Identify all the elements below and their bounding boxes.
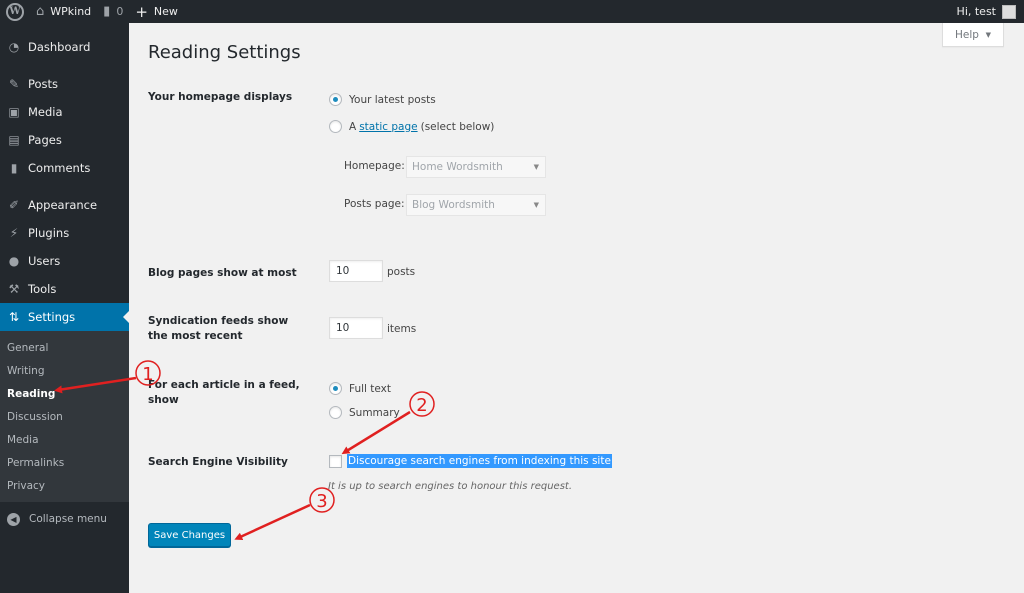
admin-sidebar: ◔ Dashboard ✎ Posts ▣ Media ▤ Pages ▮ Comment… — [0, 23, 129, 593]
blog-pages-label: Blog pages show at most — [148, 267, 297, 279]
brush-icon: ✐ — [8, 198, 20, 212]
search-visibility-label: Search Engine Visibility — [148, 456, 288, 468]
new-content-link[interactable]: + New — [129, 0, 184, 23]
radio-label: Your latest posts — [349, 93, 436, 106]
sidebar-item-label: Plugins — [28, 226, 70, 240]
comments-count: 0 — [116, 5, 124, 18]
submenu-writing[interactable]: Writing — [0, 359, 129, 382]
user-icon: ● — [8, 254, 20, 268]
dropdown-caret-icon: ▼ — [533, 163, 539, 171]
sidebar-item-plugins[interactable]: ⚡ Plugins — [0, 219, 129, 247]
radio-latest-posts[interactable] — [329, 93, 342, 106]
settings-submenu: General Writing Reading Discussion Media… — [0, 331, 129, 502]
submenu-discussion[interactable]: Discussion — [0, 405, 129, 428]
wp-logo-menu[interactable]: W — [0, 0, 30, 23]
sidebar-item-label: Users — [28, 254, 61, 268]
site-name-link[interactable]: ⌂ WPkind — [30, 0, 97, 23]
radio-label-suffix: (select below) — [420, 120, 495, 133]
save-changes-button[interactable]: Save Changes — [148, 523, 231, 547]
greeting: Hi, test — [956, 5, 996, 18]
sidebar-item-label: Media — [28, 105, 63, 119]
pin-icon: ✎ — [8, 77, 20, 91]
settings-icon: ⇅ — [8, 310, 20, 324]
sidebar-item-label: Settings — [28, 310, 76, 324]
radio-label: Full text — [349, 382, 392, 395]
wordpress-logo-icon: W — [6, 2, 24, 21]
radio-static-page[interactable] — [329, 120, 342, 133]
sidebar-item-users[interactable]: ● Users — [0, 247, 129, 275]
posts-per-rss-input[interactable]: 10 — [329, 317, 383, 339]
sidebar-item-posts[interactable]: ✎ Posts — [0, 70, 129, 98]
sidebar-item-label: Tools — [28, 282, 57, 296]
sidebar-item-pages[interactable]: ▤ Pages — [0, 126, 129, 154]
static-page-link[interactable]: static page — [359, 121, 417, 133]
media-icon: ▣ — [8, 105, 20, 119]
sidebar-item-label: Dashboard — [28, 40, 91, 54]
search-visibility-description: It is up to search engines to honour thi… — [328, 481, 573, 492]
sidebar-item-comments[interactable]: ▮ Comments — [0, 154, 129, 182]
discourage-search-checkbox[interactable] — [329, 455, 342, 468]
homepage-select-label: Homepage: — [344, 160, 405, 172]
plus-icon: + — [135, 2, 148, 21]
sidebar-item-dashboard[interactable]: ◔ Dashboard — [0, 33, 129, 61]
sidebar-item-label: Pages — [28, 133, 62, 147]
submenu-permalinks[interactable]: Permalinks — [0, 451, 129, 474]
option-static-page[interactable]: Astatic page (select below) — [329, 120, 494, 133]
option-latest-posts[interactable]: Your latest posts — [329, 93, 436, 106]
site-name: WPkind — [50, 5, 92, 18]
home-icon: ⌂ — [36, 4, 45, 19]
submenu-privacy[interactable]: Privacy — [0, 474, 129, 497]
avatar — [1002, 4, 1016, 19]
syndication-label: Syndication feeds show the most recent — [148, 315, 289, 342]
new-label: New — [153, 5, 178, 18]
radio-label: Summary — [349, 406, 400, 419]
submenu-general[interactable]: General — [0, 336, 129, 359]
sidebar-item-appearance[interactable]: ✐ Appearance — [0, 191, 129, 219]
submenu-reading[interactable]: Reading — [0, 382, 129, 405]
items-unit: items — [387, 323, 417, 335]
posts-per-page-input[interactable]: 10 — [329, 260, 383, 282]
submenu-media[interactable]: Media — [0, 428, 129, 451]
pages-icon: ▤ — [8, 133, 20, 147]
comment-icon: ▮ — [10, 161, 18, 175]
sidebar-item-label: Appearance — [28, 198, 98, 212]
radio-label-prefix: A — [349, 120, 357, 133]
homepage-displays-label: Your homepage displays — [148, 91, 293, 103]
help-tab-button[interactable]: Help ▼ — [942, 23, 1004, 47]
feed-article-label: For each article in a feed, show — [148, 379, 300, 406]
homepage-select[interactable]: Home Wordsmith ▼ — [406, 156, 546, 178]
posts-page-select[interactable]: Blog Wordsmith ▼ — [406, 194, 546, 216]
posts-page-select-label: Posts page: — [344, 198, 405, 210]
help-label: Help — [954, 28, 979, 41]
triangle-down-icon: ▼ — [985, 30, 992, 39]
dropdown-caret-icon: ▼ — [533, 201, 539, 209]
comment-bubble-icon: ▮ — [103, 4, 111, 19]
discourage-search-label[interactable]: Discourage search engines from indexing … — [347, 454, 612, 468]
sidebar-item-media[interactable]: ▣ Media — [0, 98, 129, 126]
plug-icon: ⚡ — [9, 226, 19, 240]
my-account[interactable]: Hi, test — [956, 4, 1024, 19]
page-title: Reading Settings — [148, 42, 301, 63]
main-content: Help ▼ Reading Settings Your homepage di… — [129, 23, 1024, 593]
option-full-text[interactable]: Full text — [329, 382, 391, 395]
posts-unit: posts — [387, 266, 416, 278]
sidebar-item-tools[interactable]: ⚒ Tools — [0, 275, 129, 303]
collapse-menu-button[interactable]: ◀ Collapse menu — [0, 504, 129, 534]
collapse-label: Collapse menu — [29, 513, 107, 525]
posts-page-select-value: Blog Wordsmith — [412, 199, 495, 211]
sidebar-item-label: Comments — [28, 161, 91, 175]
collapse-arrow-icon: ◀ — [7, 512, 20, 526]
comments-link[interactable]: ▮ 0 — [97, 0, 129, 23]
radio-full-text[interactable] — [329, 382, 342, 395]
sidebar-item-settings[interactable]: ⇅ Settings — [0, 303, 129, 331]
radio-summary[interactable] — [329, 406, 342, 419]
dashboard-icon: ◔ — [8, 40, 20, 54]
option-summary[interactable]: Summary — [329, 406, 400, 419]
sidebar-item-label: Posts — [28, 77, 59, 91]
homepage-select-value: Home Wordsmith — [412, 161, 503, 173]
admin-bar: W ⌂ WPkind ▮ 0 + New Hi, test — [0, 0, 1024, 23]
wrench-icon: ⚒ — [8, 282, 20, 296]
